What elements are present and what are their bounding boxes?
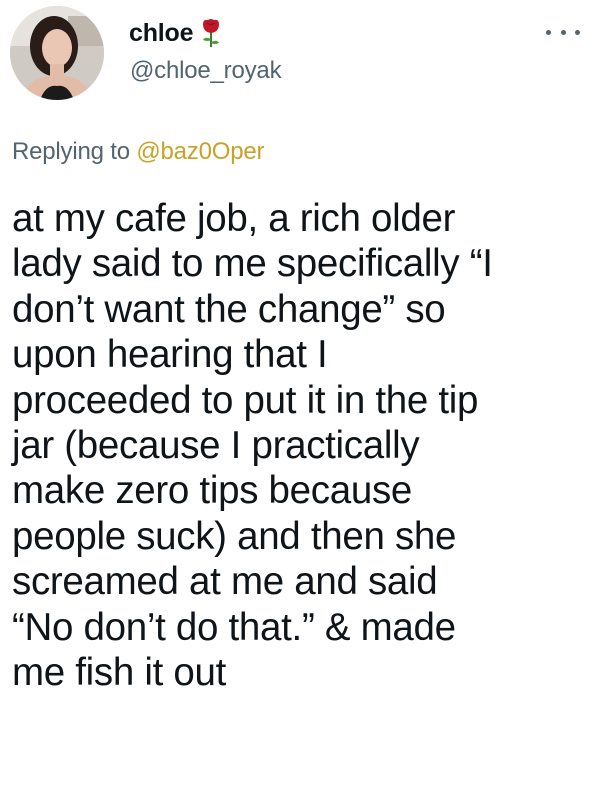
more-options-icon[interactable] — [546, 20, 580, 44]
profile-photo — [10, 6, 104, 100]
tweet-card: chloe @chloe_royak Replying to @baz0Oper… — [0, 0, 599, 796]
tweet-line: me fish it out — [12, 651, 227, 695]
rose-icon — [199, 18, 223, 48]
tweet-line: at my cafe job, a rich older — [12, 197, 456, 240]
tweet-line: proceeded to put it in the tip — [12, 378, 479, 422]
author-handle[interactable]: @chloe_royak — [130, 56, 282, 86]
display-name[interactable]: chloe — [129, 18, 193, 48]
tweet-line: jar (because I practically — [12, 424, 420, 468]
tweet-line: upon hearing that I — [12, 333, 328, 377]
reply-mention-link[interactable]: @baz0Oper — [136, 138, 264, 165]
tweet-line: screamed at me and said — [12, 560, 438, 604]
replying-to-label: Replying to — [12, 138, 137, 165]
dot-icon — [546, 29, 551, 35]
replying-to: Replying to @baz0Oper — [12, 137, 265, 167]
tweet-line: make zero tips because — [12, 469, 413, 513]
dot-icon — [575, 29, 580, 35]
tweet-text: at my cafe job, a rich older lady said t… — [12, 196, 592, 695]
dot-icon — [560, 29, 566, 35]
tweet-line: “No don’t do that.” & made — [12, 605, 456, 649]
tweet-line: people suck) and then she — [12, 514, 457, 558]
tweet-line: don’t want the change” so — [12, 287, 446, 331]
author-name-row[interactable]: chloe — [129, 18, 223, 48]
avatar[interactable] — [10, 6, 104, 100]
tweet-line: lady said to me specifically “I — [12, 242, 493, 286]
